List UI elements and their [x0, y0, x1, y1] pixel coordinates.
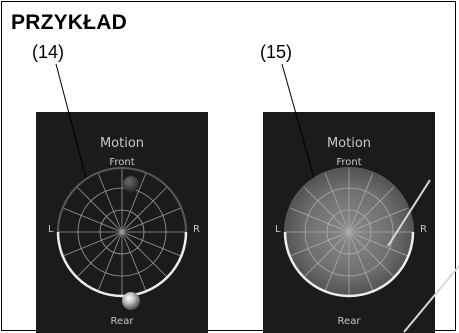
rear-position-marker	[122, 292, 140, 310]
motion-circle-graphic	[283, 167, 415, 298]
motion-panel-markers: Motion Front Rear L R	[36, 112, 208, 333]
front-position-marker	[123, 176, 139, 192]
callout-label-15: (15)	[260, 42, 293, 62]
motion-circle-graphic	[56, 167, 188, 310]
callout-label-14: (14)	[32, 42, 65, 62]
example-heading: PRZYKŁAD	[11, 11, 127, 34]
motion-panel-filled: Motion Front Rear L R	[263, 112, 435, 333]
